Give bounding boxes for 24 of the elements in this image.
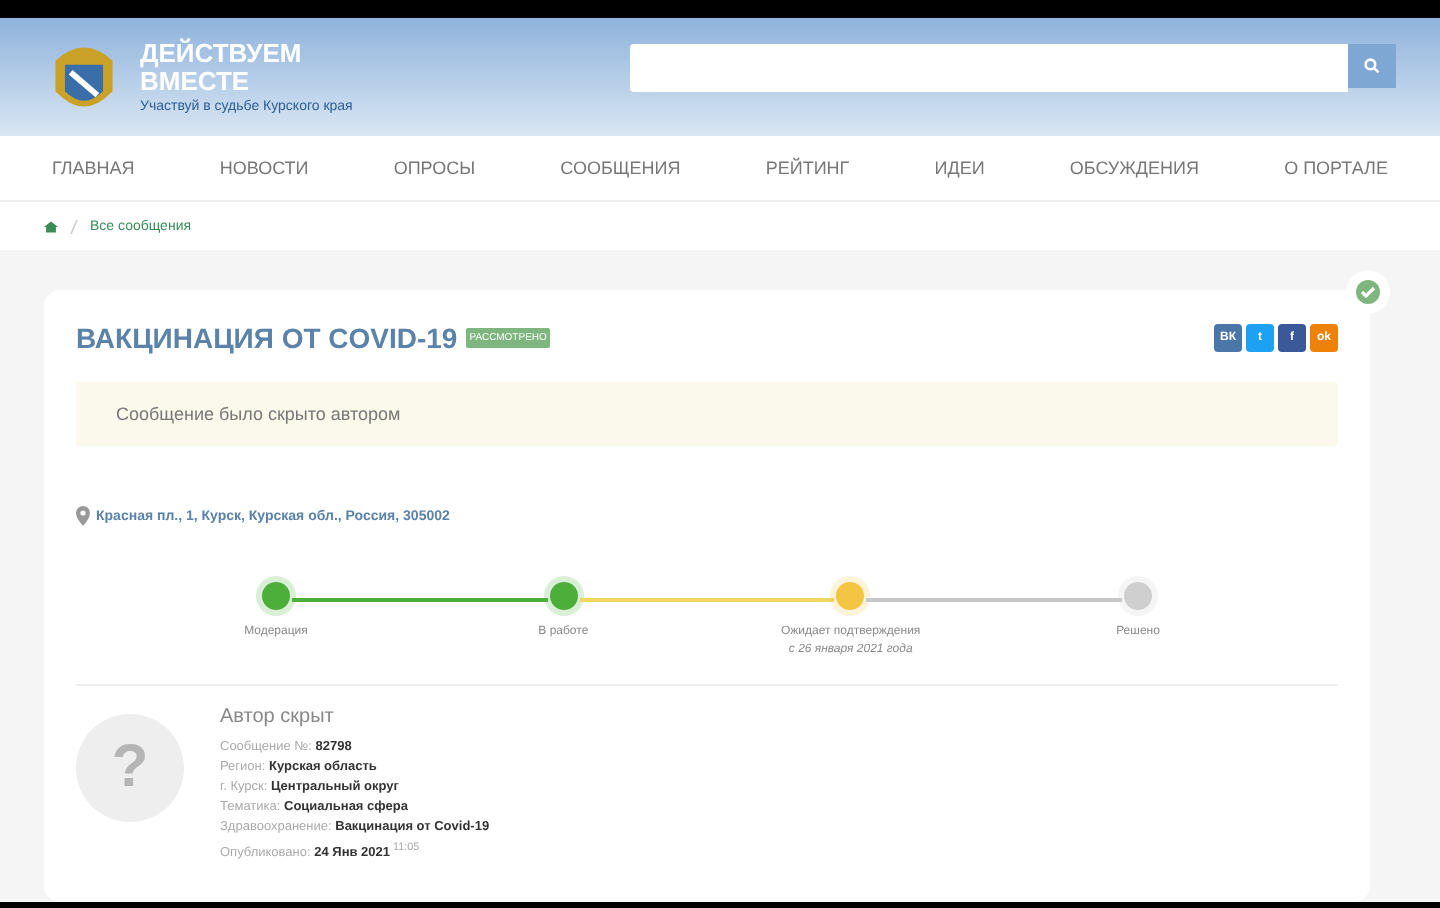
nav-link[interactable]: ОПРОСЫ	[393, 158, 476, 178]
notice-banner: Сообщение было скрыто автором	[76, 382, 1338, 446]
search-icon	[1364, 57, 1380, 73]
nav-link[interactable]: НОВОСТИ	[219, 158, 309, 178]
nav-link[interactable]: ИДЕИ	[934, 158, 985, 178]
progress-dot	[262, 582, 290, 610]
search-field[interactable]	[630, 43, 1348, 91]
nav-link[interactable]: ГЛАВНАЯ	[52, 158, 135, 178]
home-icon[interactable]	[44, 219, 58, 233]
search-button[interactable]	[1348, 43, 1396, 87]
breadcrumb-separator-icon	[70, 219, 78, 233]
site-title: ВМЕСТЕ	[140, 68, 250, 96]
question-mark: ?	[111, 734, 149, 802]
nav-link[interactable]: СООБЩЕНИЯ	[560, 158, 681, 178]
nav-link[interactable]: РЕЙТИНГ	[765, 158, 850, 178]
author-name: Автор скрыт	[220, 706, 336, 728]
progress-dot	[549, 582, 578, 610]
map-pin-icon	[76, 506, 90, 526]
nav-link[interactable]: О ПОРТАЛЕ	[1284, 158, 1388, 178]
progress-dot	[1124, 582, 1153, 610]
nav-link[interactable]: ОБСУЖДЕНИЯ	[1069, 158, 1199, 178]
progress-dot	[836, 582, 865, 610]
message-title: ВАКЦИНАЦИЯ ОТ COVID-19	[76, 322, 458, 354]
site-title: ДЕЙСТВУЕМ	[140, 40, 304, 68]
